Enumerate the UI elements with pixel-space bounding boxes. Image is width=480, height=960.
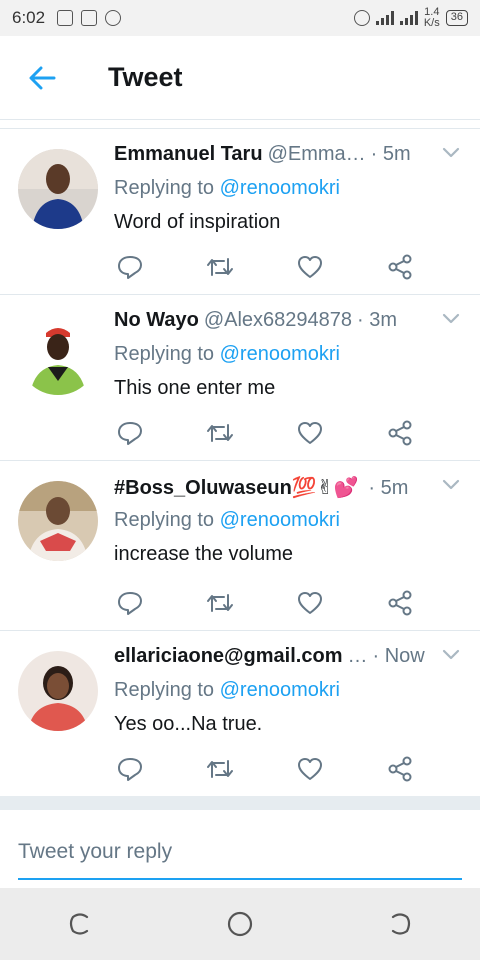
like-icon xyxy=(298,758,322,780)
signal-icon-2 xyxy=(399,11,418,25)
back-nav-icon xyxy=(391,913,411,935)
tweet-item[interactable]: ellariciaone@gmail.com … · Now Replying … xyxy=(0,631,480,797)
timestamp: · Now xyxy=(372,645,425,667)
tweet-text: Yes oo...Na true. xyxy=(114,713,263,735)
tweet-item[interactable]: No Wayo @Alex68294878 · 3m Replying to @… xyxy=(0,295,480,461)
like-button[interactable] xyxy=(296,589,324,617)
reply-button[interactable] xyxy=(116,755,144,783)
mention-link[interactable]: @renoomokri xyxy=(220,177,340,199)
reply-placeholder: Tweet your reply xyxy=(18,840,173,863)
share-icon xyxy=(388,590,412,616)
like-icon xyxy=(298,422,322,444)
retweet-icon xyxy=(207,424,233,442)
replying-label: Replying to xyxy=(114,679,215,701)
retweet-button[interactable] xyxy=(206,589,234,617)
reply-button[interactable] xyxy=(116,589,144,617)
share-icon xyxy=(388,254,412,280)
replying-label: Replying to xyxy=(114,177,215,199)
tweet-text: Word of inspiration xyxy=(114,211,281,233)
back-button[interactable] xyxy=(0,36,84,120)
timestamp: · 3m xyxy=(357,309,398,331)
like-button[interactable] xyxy=(296,419,324,447)
author-name[interactable]: ellariciaone@gmail.com xyxy=(114,645,342,668)
avatar[interactable] xyxy=(18,149,98,229)
share-button[interactable] xyxy=(386,419,414,447)
like-icon xyxy=(298,592,322,614)
retweet-button[interactable] xyxy=(206,755,234,783)
status-bar: 6:02 1.4 K/s 36 xyxy=(0,0,480,36)
tweet-feed: Emmanuel Taru @Emma… · 5m Replying to @r… xyxy=(0,128,480,797)
tweet-actions xyxy=(116,589,416,619)
reply-icon xyxy=(118,592,142,615)
tweet-item[interactable]: #Boss_Oluwaseun💯✌💕 · 5m Replying to @ren… xyxy=(0,461,480,631)
mention-link[interactable]: @renoomokri xyxy=(220,679,340,701)
chevron-down-icon[interactable] xyxy=(442,479,460,491)
signal-icon xyxy=(375,11,394,25)
back-nav-button[interactable] xyxy=(370,894,430,954)
avatar[interactable] xyxy=(18,481,98,561)
author-name[interactable]: No Wayo xyxy=(114,309,199,332)
reply-input[interactable]: Tweet your reply xyxy=(18,816,462,880)
tweet-item[interactable]: Emmanuel Taru @Emma… · 5m Replying to @r… xyxy=(0,129,480,295)
data-saver-icon xyxy=(353,10,370,26)
battery-indicator: 36 xyxy=(445,10,468,26)
mention-link[interactable]: @renoomokri xyxy=(220,509,340,531)
reply-icon xyxy=(118,758,142,781)
like-button[interactable] xyxy=(296,253,324,281)
app-header: Tweet xyxy=(0,36,480,120)
arrow-left-icon xyxy=(29,66,56,89)
tweet-text: increase the volume xyxy=(114,543,293,565)
system-nav-bar xyxy=(0,888,480,960)
avatar[interactable] xyxy=(18,651,98,731)
home-button[interactable] xyxy=(210,894,270,954)
mention-link[interactable]: @renoomokri xyxy=(220,343,340,365)
avatar[interactable] xyxy=(18,315,98,395)
image-icon xyxy=(57,10,74,26)
share-icon xyxy=(388,420,412,446)
retweet-button[interactable] xyxy=(206,419,234,447)
tweet-text: This one enter me xyxy=(114,377,276,399)
chevron-down-icon[interactable] xyxy=(442,147,460,159)
status-time: 6:02 xyxy=(12,8,46,27)
tweet-actions xyxy=(116,253,416,283)
reply-button[interactable] xyxy=(116,419,144,447)
page-title: Tweet xyxy=(108,62,183,92)
author-handle[interactable]: @Alex68294878 xyxy=(204,309,352,332)
recents-icon xyxy=(69,913,89,935)
timestamp: · 5m xyxy=(368,477,409,499)
whatsapp-icon xyxy=(105,10,122,26)
home-icon xyxy=(227,911,253,937)
battery-saver-icon xyxy=(81,10,98,26)
like-button[interactable] xyxy=(296,755,324,783)
author-name[interactable]: #Boss_Oluwaseun💯✌💕 xyxy=(114,475,358,500)
reply-icon xyxy=(118,256,142,279)
like-icon xyxy=(298,256,322,278)
tweet-actions xyxy=(116,755,416,785)
timestamp: · 5m xyxy=(370,143,411,165)
chevron-down-icon[interactable] xyxy=(442,649,460,661)
retweet-icon xyxy=(207,258,233,276)
reply-button[interactable] xyxy=(116,253,144,281)
retweet-button[interactable] xyxy=(206,253,234,281)
share-button[interactable] xyxy=(386,755,414,783)
recents-button[interactable] xyxy=(50,894,110,954)
composer-separator xyxy=(0,796,480,810)
chevron-down-icon[interactable] xyxy=(442,313,460,325)
author-name[interactable]: Emmanuel Taru xyxy=(114,143,263,166)
author-handle[interactable]: … xyxy=(347,645,367,668)
share-button[interactable] xyxy=(386,589,414,617)
tweet-actions xyxy=(116,419,416,449)
share-button[interactable] xyxy=(386,253,414,281)
retweet-icon xyxy=(207,594,233,612)
replying-label: Replying to xyxy=(114,509,215,531)
author-handle[interactable]: @Emma… xyxy=(268,143,366,166)
net-speed: 1.4 K/s xyxy=(423,6,440,29)
share-icon xyxy=(388,756,412,782)
reply-icon xyxy=(118,422,142,445)
replying-label: Replying to xyxy=(114,343,215,365)
retweet-icon xyxy=(207,760,233,778)
